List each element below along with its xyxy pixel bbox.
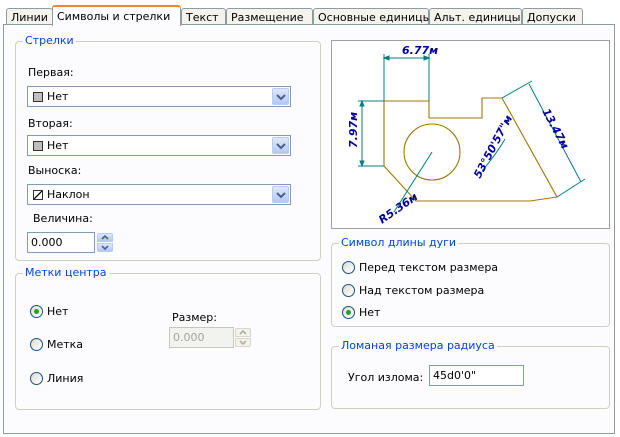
center-marks-group-title: Метки центра	[23, 266, 109, 280]
center-size-spinner[interactable]: 0.000	[169, 327, 253, 348]
first-arrow-combo[interactable]: Нет	[27, 86, 291, 107]
preview-dim-radius: R5.36м	[376, 190, 420, 226]
second-arrow-label: Вторая:	[28, 117, 73, 130]
spin-up-icon[interactable]	[235, 328, 251, 337]
arrow-size-label: Величина:	[33, 212, 93, 225]
swatch-icon	[33, 141, 43, 151]
spin-down-icon[interactable]	[97, 243, 113, 252]
preview-geometry	[383, 97, 558, 202]
radio-selected-dot	[346, 310, 351, 315]
second-arrow-combo[interactable]: Нет	[27, 135, 291, 156]
chevron-down-icon[interactable]	[272, 88, 289, 105]
arc-none-label: Нет	[359, 306, 381, 319]
oblique-icon	[33, 190, 43, 200]
spin-up-icon[interactable]	[97, 233, 113, 242]
first-arrow-value: Нет	[47, 90, 69, 103]
first-arrow-label: Первая:	[28, 66, 74, 79]
center-size-label: Размер:	[172, 311, 217, 324]
jog-angle-input[interactable]: 45d0'0"	[429, 365, 524, 386]
center-mark-none-label: Нет	[47, 305, 69, 318]
arrow-size-input[interactable]: 0.000	[27, 232, 95, 253]
spin-down-icon[interactable]	[235, 338, 251, 347]
chevron-down-icon[interactable]	[272, 137, 289, 154]
center-size-input[interactable]: 0.000	[169, 327, 234, 348]
preview-dim-angle: 53°50'57"м	[471, 113, 515, 180]
radio-selected-dot	[34, 309, 39, 314]
leader-combo[interactable]: Наклон	[27, 184, 291, 205]
arrowheads-group-title: Стрелки	[23, 34, 76, 48]
tab-symbols-arrows[interactable]: Символы и стрелки	[52, 5, 181, 26]
leader-label: Выноска:	[28, 164, 82, 177]
arc-before-text-label: Перед текстом размера	[359, 261, 499, 274]
dimension-preview: 6.77м 7.97м 13.47м 53°50'57"м R5.36м	[331, 40, 610, 229]
leader-value: Наклон	[47, 188, 90, 201]
arc-above-text-label: Над текстом размера	[359, 284, 485, 297]
arc-length-symbol-title: Символ длины дуги	[339, 236, 459, 250]
jog-angle-label: Угол излома:	[348, 371, 424, 384]
second-arrow-value: Нет	[47, 139, 69, 152]
chevron-down-icon[interactable]	[272, 186, 289, 203]
preview-dim-top: 6.77м	[402, 44, 438, 57]
preview-dim-right: 13.47м	[539, 106, 571, 151]
swatch-icon	[33, 92, 43, 102]
center-mark-line-label: Линия	[47, 372, 84, 385]
arrow-size-spinner[interactable]: 0.000	[27, 232, 117, 253]
center-mark-mark-label: Метка	[47, 338, 84, 351]
radius-jog-title: Ломаная размера радиуса	[339, 339, 497, 353]
preview-dim-left: 7.97м	[347, 112, 360, 148]
